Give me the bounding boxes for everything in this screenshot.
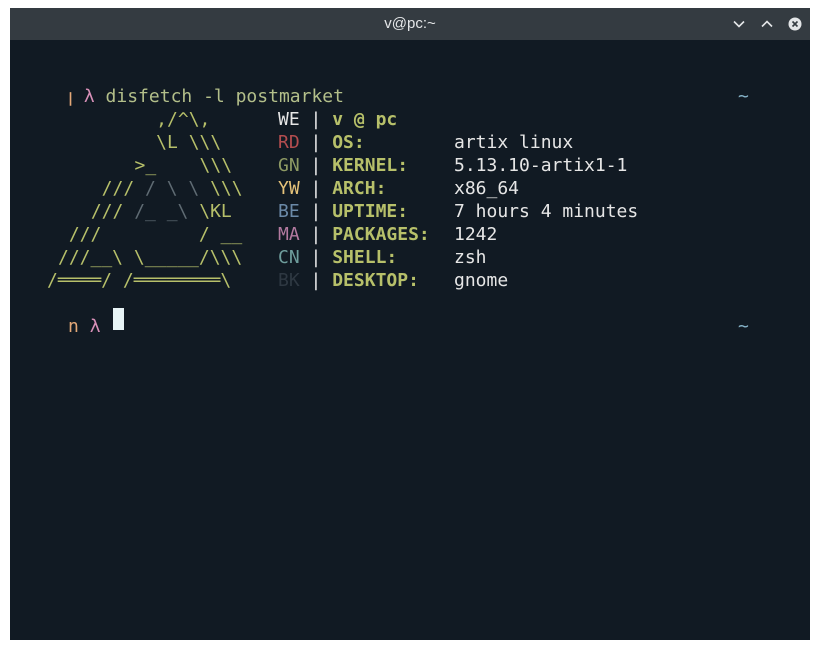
color-code: WE [278,109,300,130]
info-row: YW | ARCH: [278,178,387,199]
art-line: \L \\\ [102,132,222,153]
info-key: KERNEL: [332,155,409,176]
terminal-area[interactable]: ꞁ λ disfetch -l postmarket ~ ,/^\, \L \\… [10,40,810,640]
terminal-window: v@pc:~ ꞁ λ disfetch -l postmarket ~ ,/^\… [10,8,810,640]
prompt-user-glyph: n [68,316,79,337]
info-row: CN | SHELL: [278,247,398,268]
text-cursor [113,308,124,330]
info-key: PACKAGES: [332,224,430,245]
chevron-up-icon [761,20,773,28]
art-dim: / \ \ [145,178,200,199]
minimize-button[interactable] [730,15,748,33]
chevron-down-icon [733,20,745,28]
info-row: MA | PACKAGES: [278,224,430,245]
maximize-button[interactable] [758,15,776,33]
color-code: MA [278,224,300,245]
prompt-line: ꞁ λ disfetch -l postmarket [68,85,344,108]
info-key: DESKTOP: [332,270,419,291]
art-line: /// /_ _\ \KL [80,201,232,222]
close-icon [788,17,802,31]
art-line: >_ \\\ [102,155,233,176]
info-key: OS: [332,132,365,153]
info-value: artix linux [454,132,574,153]
color-code: RD [278,132,300,153]
info-header: v @ pc [332,109,398,130]
color-code: CN [278,247,300,268]
color-code: YW [278,178,300,199]
info-value: gnome [454,270,509,291]
art-line: /// / \ \ \\\ [80,178,243,199]
prompt-tilde: ~ [738,316,749,337]
info-key: ARCH: [332,178,387,199]
info-row: GN | KERNEL: [278,155,409,176]
info-key: SHELL: [332,247,398,268]
art-line: ///__\ \_____/\\\ [58,247,243,268]
info-row: WE | v @ pc [278,109,398,130]
window-title: v@pc:~ [384,15,436,32]
close-button[interactable] [786,15,804,33]
info-key: UPTIME: [332,201,409,222]
art-line: ,/^\, [102,109,211,130]
command-text: disfetch -l postmarket [105,86,344,107]
prompt-line: n λ [68,315,101,338]
prompt-tilde: ~ [738,86,749,107]
info-value: zsh [454,247,487,268]
title-bar[interactable]: v@pc:~ [10,8,810,40]
prompt-user-glyph: ꞁ [68,86,74,107]
art-line: /════/ /════════\ [47,270,232,291]
color-code: BK [278,270,300,291]
prompt-lambda: λ [89,316,101,337]
info-value: x86_64 [454,178,520,199]
info-row: BK | DESKTOP: [278,270,419,291]
prompt-lambda: λ [83,86,95,107]
art-line: /// / __ [58,224,243,245]
info-row: BE | UPTIME: [278,201,409,222]
info-row: RD | OS: [278,132,365,153]
info-value: 5.13.10-artix1-1 [454,155,628,176]
color-code: GN [278,155,300,176]
color-code: BE [278,201,300,222]
info-value: 7 hours 4 minutes [454,201,639,222]
art-dim: /_ _\ [134,201,189,222]
info-value: 1242 [454,224,498,245]
